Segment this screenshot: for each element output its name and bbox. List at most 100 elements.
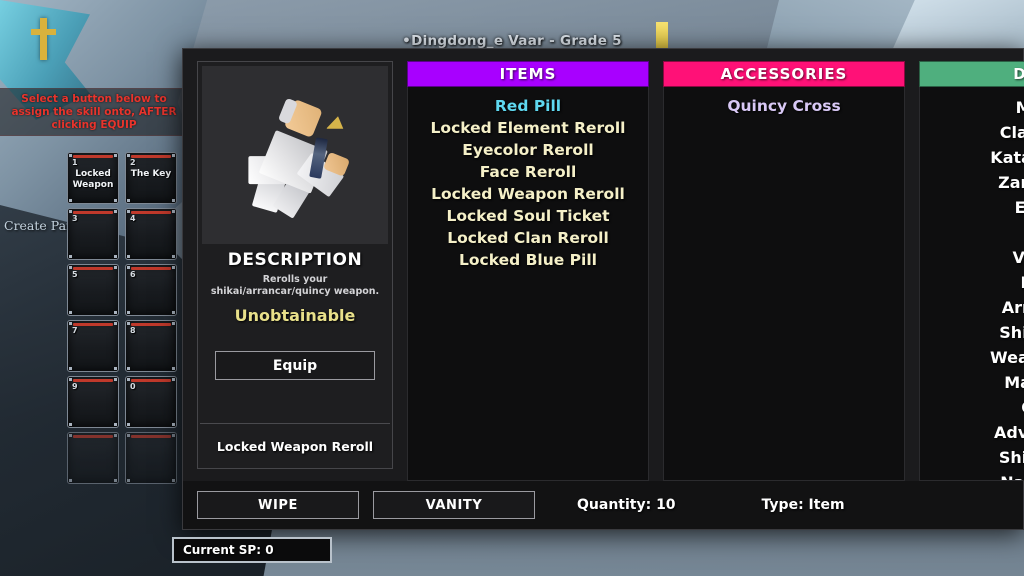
description-title: DESCRIPTION [227, 250, 363, 270]
slot-cooldown-bar [73, 323, 113, 326]
list-item[interactable]: Quincy Cross [668, 95, 900, 117]
list-item[interactable]: Vizard [924, 245, 1024, 270]
slot-corner [114, 154, 117, 157]
skill-slot-6[interactable]: 6 [125, 264, 177, 316]
slot-corner [127, 423, 130, 426]
skill-slot-1[interactable]: 1 Locked Weapon [67, 152, 119, 204]
list-item[interactable]: Face Reroll [412, 161, 644, 183]
list-item[interactable]: Arrancar [924, 295, 1024, 320]
list-item[interactable]: Locked Blue Pill [412, 249, 644, 271]
roblox-avatar-preview-icon [222, 79, 369, 231]
column-dev-products: DEV PMarkiClan HairKatana HiltZanpakutEy… [919, 61, 1024, 481]
column-accessories: ACCESSORIES Quincy Cross [663, 61, 905, 481]
slot-cooldown-bar [73, 435, 113, 438]
column-header-accessories: ACCESSORIES [663, 61, 905, 87]
category-columns: ITEMS Red Pill Locked Element Reroll Eyecol… [407, 61, 1024, 481]
slot-corner [69, 479, 72, 482]
slot-corner [69, 266, 72, 269]
slot-corner [114, 423, 117, 426]
list-item[interactable]: Clan [924, 395, 1024, 420]
slot-cooldown-bar [73, 155, 113, 158]
avatar-blade [326, 114, 347, 135]
quantity-label: Quantity: 10 [577, 497, 676, 513]
column-items: ITEMS Red Pill Locked Element Reroll Eyecol… [407, 61, 649, 481]
skill-slot-grid: 1 Locked Weapon 2 The Key 3 4 5 6 7 8 9 0 [67, 152, 177, 484]
slot-corner [114, 367, 117, 370]
slot-key-label: 1 [72, 158, 78, 167]
skill-slot-2[interactable]: 2 The Key [125, 152, 177, 204]
list-item[interactable]: Face [924, 270, 1024, 295]
list-item[interactable]: Shikai/Re [924, 445, 1024, 470]
slot-key-label: 6 [130, 270, 136, 279]
list-item[interactable]: Marki [924, 95, 1024, 120]
list-item[interactable]: Red Pill [412, 95, 644, 117]
player-nameplate-text: •Dingdong_e Vaar - Grade 5 [402, 33, 622, 49]
skill-slot--[interactable] [67, 432, 119, 484]
slot-corner [114, 266, 117, 269]
description-card: DESCRIPTION Rerolls your shikai/arrancar… [197, 61, 393, 469]
list-item[interactable]: Locked Weapon Reroll [412, 183, 644, 205]
inventory-body: DESCRIPTION Rerolls your shikai/arrancar… [183, 49, 1024, 481]
equip-button[interactable]: Equip [215, 351, 375, 380]
slot-corner [114, 479, 117, 482]
list-item[interactable]: Locked Element Reroll [412, 117, 644, 139]
slot-corner [127, 479, 130, 482]
slot-corner [69, 367, 72, 370]
skill-slot-5[interactable]: 5 [67, 264, 119, 316]
skill-slot-4[interactable]: 4 [125, 208, 177, 260]
current-sp-bar: Current SP: 0 [172, 537, 332, 563]
slot-corner [114, 434, 117, 437]
assign-skill-hint-text: Select a button below to assign the skil… [11, 92, 177, 131]
list-item[interactable]: Zanpakut [924, 170, 1024, 195]
slot-corner [114, 255, 117, 258]
column-list-accessories[interactable]: Quincy Cross [663, 87, 905, 481]
wipe-button[interactable]: WIPE [197, 491, 359, 519]
slot-corner [69, 154, 72, 157]
list-item[interactable]: Locked Soul Ticket [412, 205, 644, 227]
slot-cooldown-bar [131, 267, 171, 270]
list-item[interactable]: Weapon Ap [924, 345, 1024, 370]
slot-corner [127, 255, 130, 258]
slot-corner [69, 423, 72, 426]
list-item[interactable]: Eyeco [924, 195, 1024, 220]
slot-key-label: 2 [130, 158, 136, 167]
slot-cooldown-bar [73, 379, 113, 382]
slot-corner [172, 378, 175, 381]
column-list-dev-products[interactable]: MarkiClan HairKatana HiltZanpakutEyecoEy… [919, 87, 1024, 481]
vanity-button[interactable]: VANITY [373, 491, 535, 519]
list-item[interactable]: Eye [924, 220, 1024, 245]
skill-slot-=[interactable] [125, 432, 177, 484]
list-item[interactable]: Advance S [924, 420, 1024, 445]
list-item[interactable]: Eyecolor Reroll [412, 139, 644, 161]
slot-corner [172, 479, 175, 482]
slot-cooldown-bar [131, 211, 171, 214]
slot-corner [69, 311, 72, 314]
slot-corner [69, 434, 72, 437]
skill-slot-0[interactable]: 0 [125, 376, 177, 428]
equip-button-wrap: Equip [198, 325, 392, 423]
description-body-text: Rerolls your shikai/arrancar/quincy weap… [210, 274, 380, 297]
slot-key-label: 9 [72, 382, 78, 391]
slot-corner [127, 210, 130, 213]
slot-key-label: 5 [72, 270, 78, 279]
list-item[interactable]: Clan Hair [924, 120, 1024, 145]
assign-skill-hint-banner: Select a button below to assign the skil… [0, 88, 190, 136]
skill-slot-8[interactable]: 8 [125, 320, 177, 372]
skill-slot-7[interactable]: 7 [67, 320, 119, 372]
list-item[interactable]: Name/Ge [924, 470, 1024, 480]
slot-key-label: 3 [72, 214, 78, 223]
list-item[interactable]: Marking [924, 370, 1024, 395]
slot-corner [69, 255, 72, 258]
item-preview-box [202, 66, 388, 244]
skill-slot-9[interactable]: 9 [67, 376, 119, 428]
skill-slot-3[interactable]: 3 [67, 208, 119, 260]
column-list-items[interactable]: Red Pill Locked Element Reroll Eyecolor Re… [407, 87, 649, 481]
slot-corner [69, 210, 72, 213]
slot-key-label: 7 [72, 326, 78, 335]
list-item[interactable]: Katana Hilt [924, 145, 1024, 170]
list-item[interactable]: Shikai Ca [924, 320, 1024, 345]
slot-corner [127, 322, 130, 325]
slot-item-label: Locked Weapon [72, 169, 114, 190]
slot-corner [172, 367, 175, 370]
list-item[interactable]: Locked Clan Reroll [412, 227, 644, 249]
